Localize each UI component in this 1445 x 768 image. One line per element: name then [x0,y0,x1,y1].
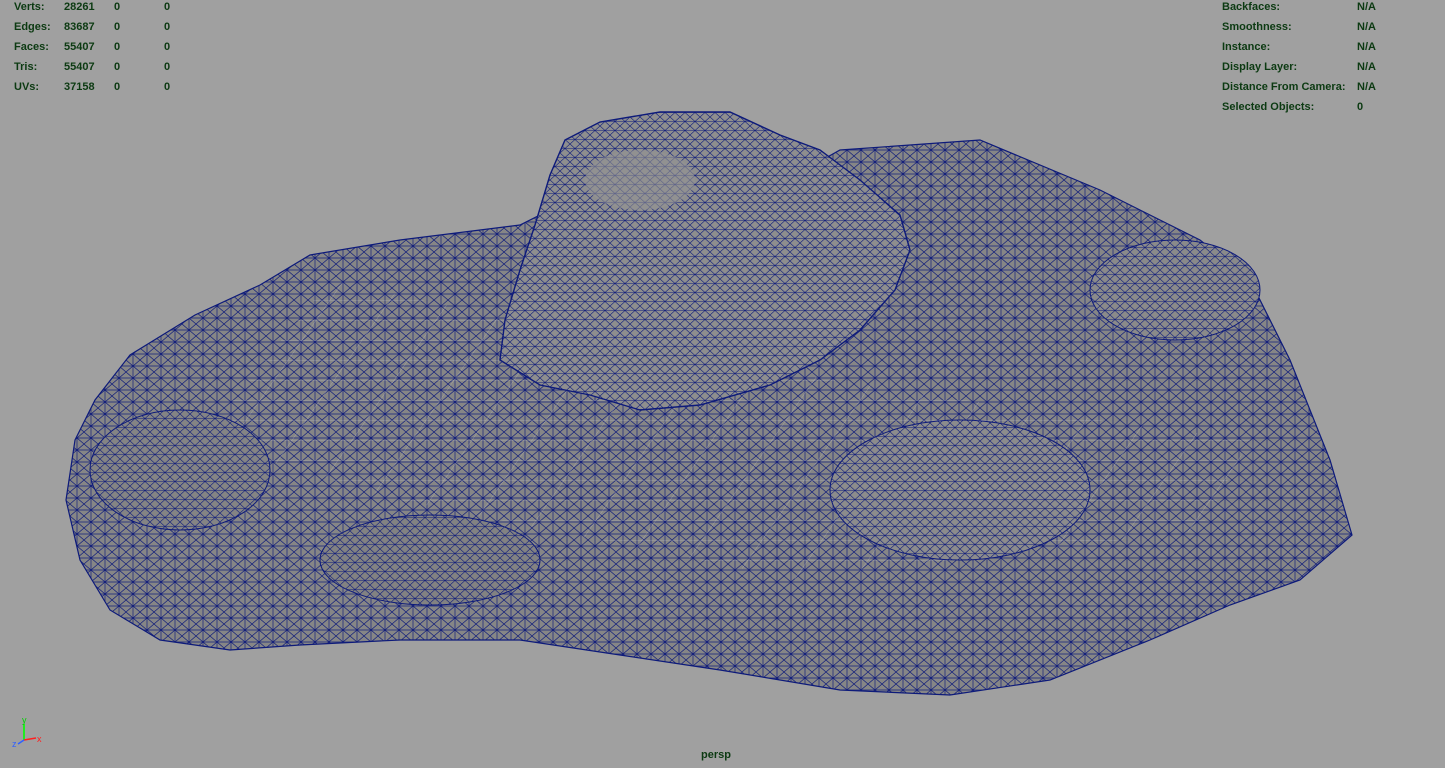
poly-count-total: 83687 [64,21,95,33]
z-axis-line [17,739,25,745]
rock-mesh-viewport[interactable] [0,0,1445,768]
x-axis-label: x [37,734,42,744]
poly-count-selected: 0 [114,81,121,93]
z-axis-label: z [12,739,17,749]
object-detail-label: Backfaces: [1222,1,1281,13]
x-axis-line [23,737,37,741]
object-detail-label: Instance: [1222,41,1271,53]
poly-count-total: 37158 [64,81,95,93]
object-detail-label: Selected Objects: [1222,101,1315,113]
poly-count-total: 28261 [64,1,95,13]
poly-count-label: Tris: [14,61,38,73]
view-axis-gizmo: y x z [12,715,42,749]
object-detail-label: Smoothness: [1222,21,1292,33]
poly-count-label: Verts: [14,1,45,13]
object-detail-value: N/A [1357,21,1376,33]
poly-count-components: 0 [164,61,171,73]
object-detail-value: N/A [1357,41,1376,53]
poly-count-selected: 0 [114,41,121,53]
camera-name-label: persp [701,749,731,761]
poly-count-components: 0 [164,81,171,93]
poly-count-label: Edges: [14,21,51,33]
poly-count-components: 0 [164,1,171,13]
object-detail-value: 0 [1357,101,1364,113]
poly-count-components: 0 [164,21,171,33]
object-detail-label: Distance From Camera: [1222,81,1346,93]
poly-count-label: Faces: [14,41,49,53]
y-axis-label: y [22,715,27,725]
poly-count-total: 55407 [64,41,95,53]
poly-count-total: 55407 [64,61,95,73]
poly-count-selected: 0 [114,21,121,33]
poly-count-components: 0 [164,41,171,53]
object-detail-value: N/A [1357,61,1376,73]
object-detail-value: N/A [1357,1,1376,13]
object-detail-value: N/A [1357,81,1376,93]
object-detail-label: Display Layer: [1222,61,1298,73]
poly-count-label: UVs: [14,81,40,93]
poly-count-selected: 0 [114,1,121,13]
poly-count-selected: 0 [114,61,121,73]
